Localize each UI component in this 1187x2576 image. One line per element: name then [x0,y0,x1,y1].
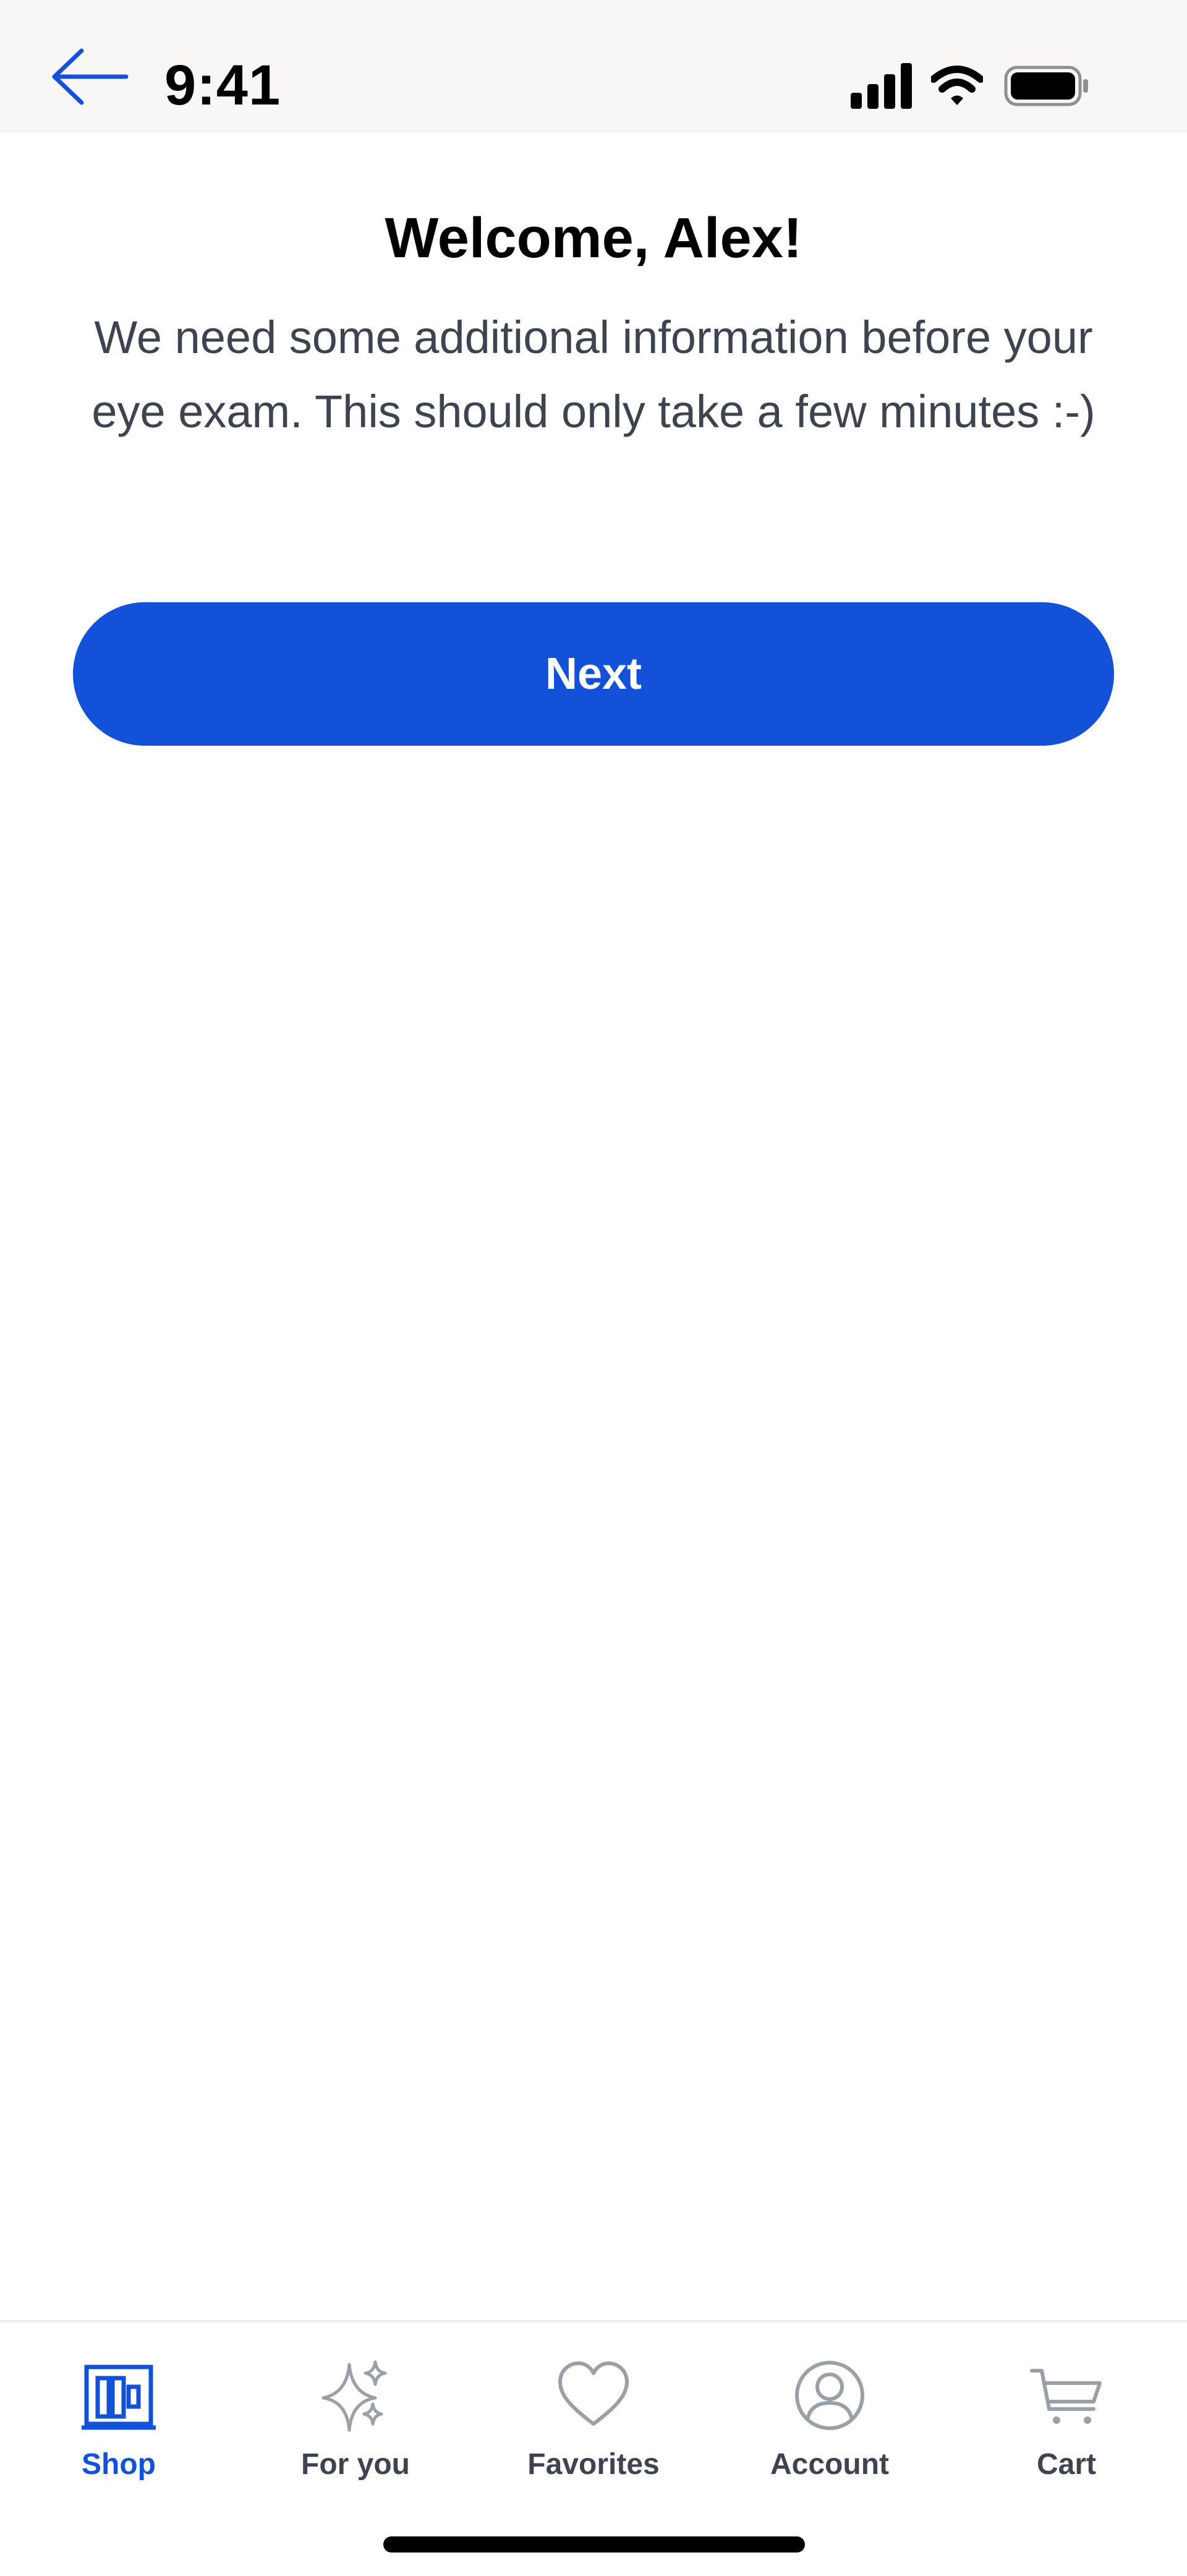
tab-account[interactable]: Account [737,2341,922,2502]
next-button[interactable]: Next [73,602,1114,746]
bottom-tab-bar: Shop For you Favorites Account Cart [0,2320,1187,2576]
tab-for-you[interactable]: For you [263,2341,448,2502]
tab-label: Account [770,2448,889,2481]
tab-cart[interactable]: Cart [974,2341,1159,2502]
cellular-signal-icon [851,63,912,109]
status-time: 9:41 [164,54,281,117]
tab-label: Cart [1036,2448,1097,2481]
battery-icon [1004,66,1088,106]
tab-label: Favorites [527,2448,660,2481]
account-icon [795,2361,864,2430]
intro-text: We need some additional information befo… [91,312,1096,437]
shop-icon [82,2365,156,2430]
heart-icon [558,2361,629,2426]
home-indicator [383,2536,805,2553]
sparkle-icon [321,2360,387,2432]
tab-label: For you [301,2448,410,2481]
cart-icon [1030,2369,1102,2424]
page-title: Welcome, Alex! [385,207,802,270]
tab-label: Shop [82,2448,156,2481]
tab-shop[interactable]: Shop [26,2341,211,2502]
status-bar: 9:41 [0,0,1187,132]
tab-favorites[interactable]: Favorites [501,2341,686,2502]
wifi-icon [931,66,983,105]
back-arrow-icon[interactable] [49,46,130,108]
